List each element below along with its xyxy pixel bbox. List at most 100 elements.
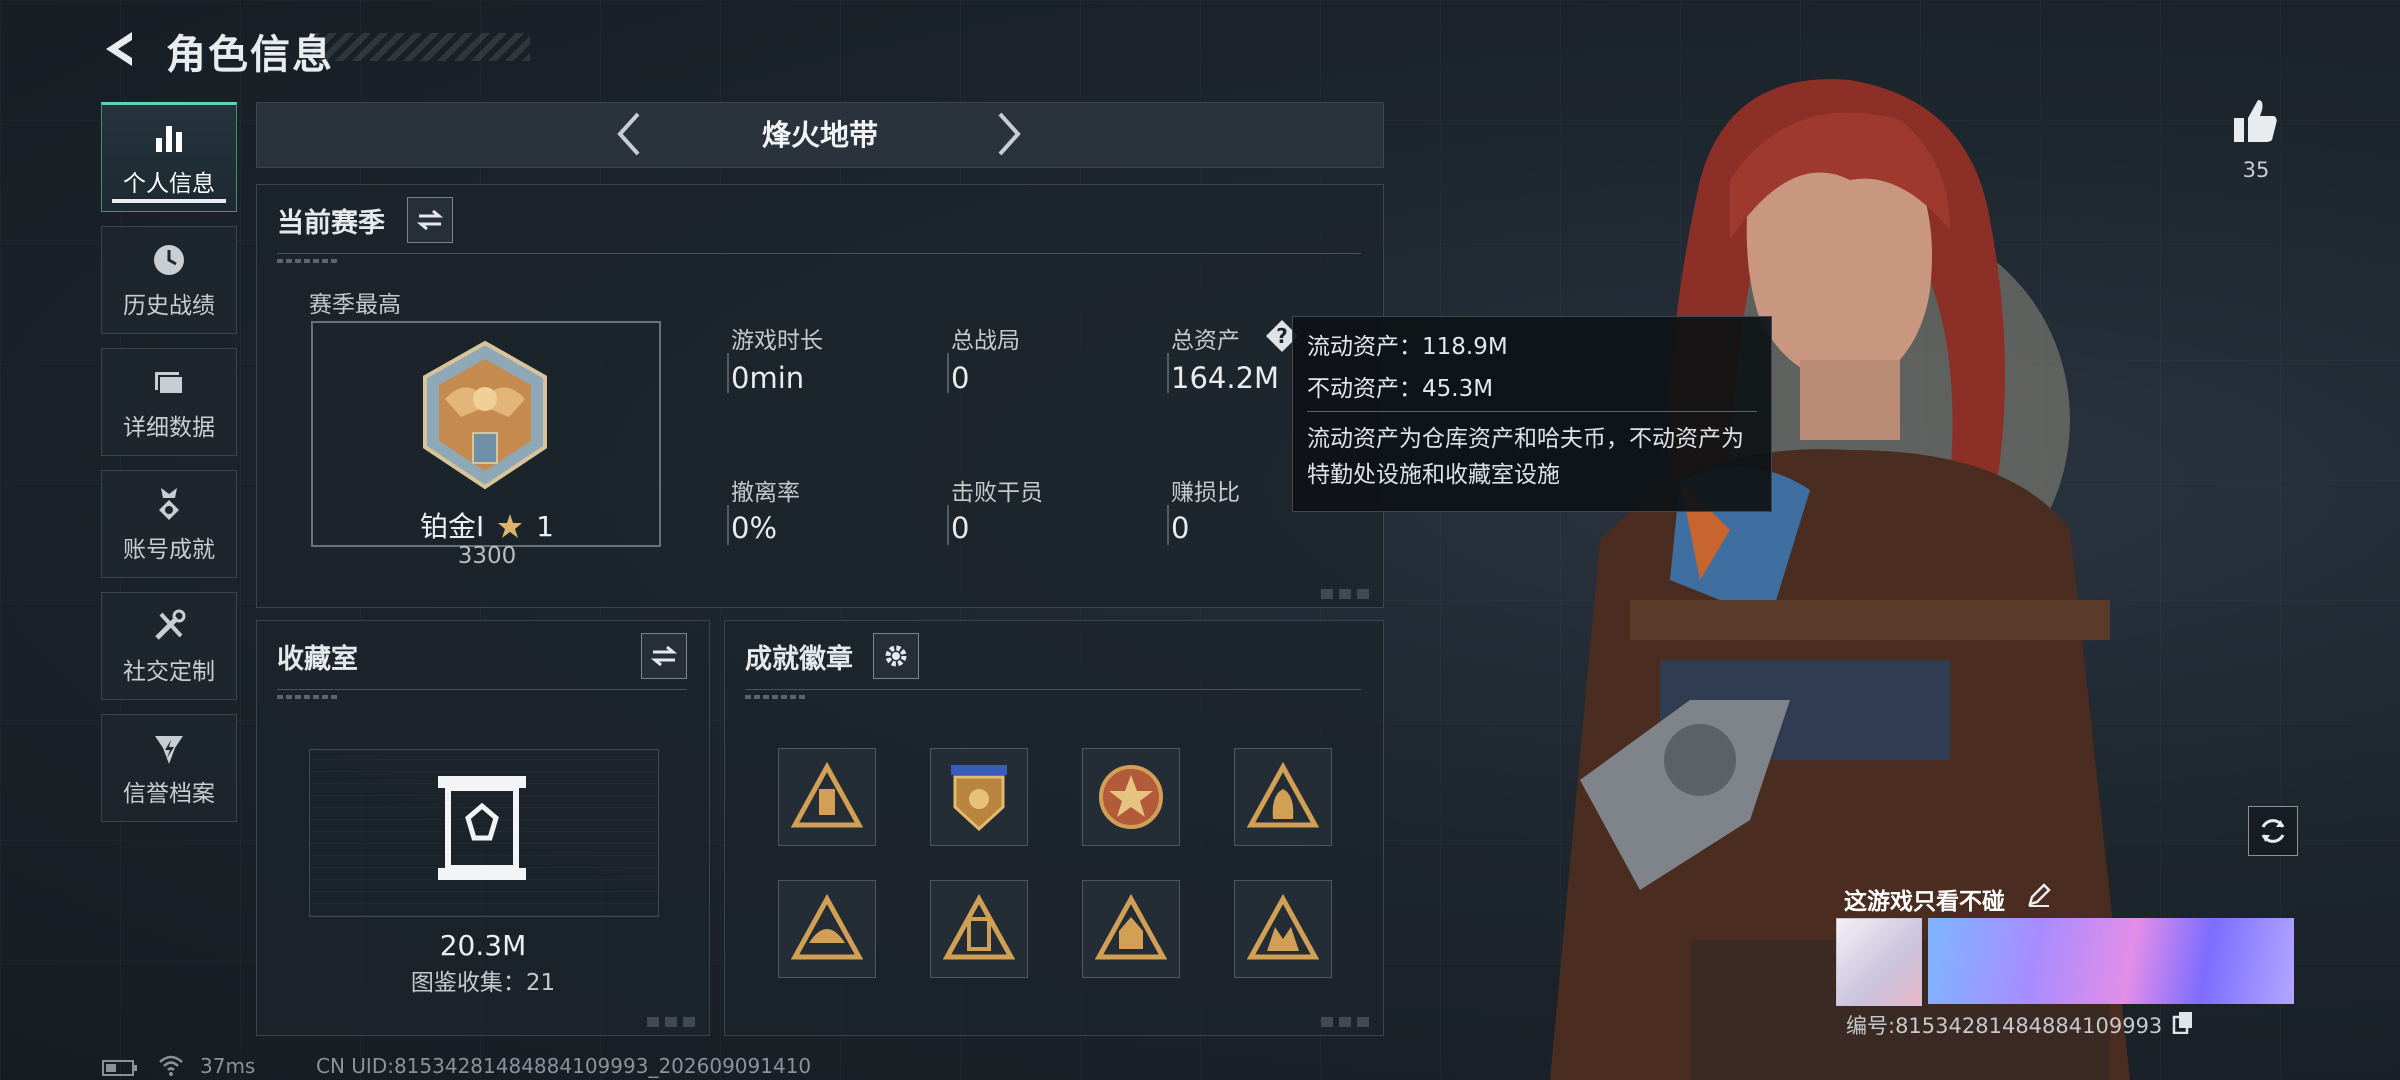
stat-separator	[727, 505, 729, 545]
gear-icon	[885, 645, 907, 667]
swap-icon	[651, 645, 677, 667]
stat-value-kills: 0	[951, 511, 970, 545]
achievement-badge[interactable]	[1234, 748, 1332, 846]
tooltip-description: 流动资产为仓库资产和哈夫币，不动资产为特勤处设施和收藏室设施	[1307, 426, 1744, 488]
achievement-badge[interactable]	[1234, 880, 1332, 978]
achievement-badge[interactable]	[778, 748, 876, 846]
tools-icon	[155, 609, 186, 640]
collection-display[interactable]	[309, 749, 659, 917]
like-button[interactable]	[2230, 96, 2280, 146]
sidebar-item-label: 个人信息	[123, 171, 215, 197]
corner-decoration	[1321, 1017, 1375, 1027]
collection-value: 20.3M	[439, 929, 527, 962]
badge-icon	[1246, 893, 1320, 960]
like-count: 35	[2242, 158, 2270, 182]
sidebar-item-label: 社交定制	[123, 659, 215, 685]
uid-readout: CN UID:8153428148488410999​3_20260909141…	[316, 1054, 812, 1078]
achievement-badge[interactable]	[1082, 748, 1180, 846]
clock-icon	[154, 245, 184, 275]
stat-separator	[947, 353, 949, 393]
copy-id-button[interactable]	[2172, 1010, 2194, 1035]
badge-icon	[1099, 765, 1163, 829]
sidebar-item-personal-info[interactable]: 个人信息	[101, 102, 237, 212]
sidebar-item-label: 历史战绩	[123, 293, 215, 319]
achievement-badge[interactable]	[1082, 880, 1180, 978]
rank-score: 3300	[457, 543, 517, 569]
stat-label-extract-rate: 撤离率	[731, 480, 800, 506]
mode-next-button[interactable]	[986, 110, 1030, 158]
achievement-badge[interactable]	[930, 748, 1028, 846]
svg-text:?: ?	[1276, 324, 1288, 348]
title-decoration	[312, 33, 530, 61]
display-case-icon	[438, 776, 526, 880]
sidebar-item-detailed-data[interactable]: 详细数据	[101, 348, 237, 456]
sidebar-item-social-custom[interactable]: 社交定制	[101, 592, 237, 700]
stat-separator	[727, 353, 729, 393]
back-arrow-icon	[106, 32, 132, 66]
badge-icon	[790, 761, 864, 828]
badge-icon	[790, 893, 864, 960]
stat-value-extract-rate: 0%	[731, 511, 778, 545]
bar-chart-icon	[156, 126, 182, 152]
swap-icon	[417, 209, 443, 231]
badge-icon	[1246, 761, 1320, 828]
season-divider	[277, 253, 1361, 263]
badge-icon	[1094, 893, 1168, 960]
pencil-icon	[2028, 883, 2051, 907]
achievement-badge[interactable]	[930, 880, 1028, 978]
back-button[interactable]	[98, 26, 144, 72]
stat-label-total-assets: 总资产	[1171, 328, 1240, 354]
sidebar-item-credit-record[interactable]: 信誉档案	[101, 714, 237, 822]
rank-stars: 1	[536, 510, 554, 543]
achievements-divider	[745, 689, 1361, 699]
stat-label-total-matches: 总战局	[951, 328, 1020, 354]
achievements-settings-button[interactable]	[873, 633, 919, 679]
stat-separator	[947, 505, 949, 545]
refresh-icon	[2261, 819, 2285, 843]
achievement-badge[interactable]	[778, 880, 876, 978]
tooltip-liquid-assets: 流动资产：118.9M	[1307, 334, 1508, 360]
chevron-left-icon	[617, 112, 640, 156]
star-icon	[498, 514, 523, 538]
tooltip-divider	[1307, 411, 1757, 412]
shield-icon	[155, 736, 183, 764]
ping-readout: 37ms	[200, 1054, 256, 1078]
stat-separator	[1167, 353, 1169, 393]
player-name: 这游戏只看不碰	[1844, 889, 2005, 915]
stat-separator	[1167, 505, 1169, 545]
corner-decoration	[647, 1017, 701, 1027]
stat-value-play-time: 0min	[731, 361, 805, 395]
season-panel: 当前赛季 赛季最高 铂金I 1 3300 游戏时长 0min 总战局 0 总资产…	[256, 184, 1384, 608]
mode-title: 烽火地带	[761, 118, 878, 152]
stat-value-profit-ratio: 0	[1171, 511, 1190, 545]
sidebar-item-history[interactable]: 历史战绩	[101, 226, 237, 334]
asset-tooltip: 流动资产：118.9M 不动资产：45.3M 流动资产为仓库资产和哈夫币，不动资…	[1292, 316, 1772, 512]
refresh-button[interactable]	[2248, 806, 2298, 856]
season-best-label: 赛季最高	[309, 292, 401, 318]
season-switch-button[interactable]	[407, 197, 453, 243]
stat-value-total-matches: 0	[951, 361, 970, 395]
collection-title: 收藏室	[277, 644, 358, 675]
collection-divider	[277, 689, 687, 699]
chevron-right-icon	[998, 112, 1021, 156]
mode-prev-button[interactable]	[608, 110, 652, 158]
page-title: 角色信息	[166, 32, 334, 78]
player-id: 编号:815342814848841099​93	[1846, 1014, 2163, 1038]
collection-switch-button[interactable]	[641, 633, 687, 679]
rank-name: 铂金I	[420, 510, 485, 543]
stat-label-profit-ratio: 赚损比	[1171, 480, 1240, 506]
sidebar-item-label: 信誉档案	[123, 781, 215, 807]
stat-value-total-assets: 164.2M	[1171, 361, 1280, 395]
tooltip-fixed-assets: 不动资产：45.3M	[1307, 376, 1494, 402]
sidebar-item-label: 账号成就	[123, 537, 215, 563]
sidebar-item-achievements[interactable]: 账号成就	[101, 470, 237, 578]
avatar[interactable]	[1836, 918, 1922, 1006]
badge-icon	[942, 893, 1016, 960]
rank-name-row: 铂金I 1	[377, 505, 597, 545]
collection-panel: 收藏室 20.3M 图鉴收集：21	[256, 620, 710, 1036]
badge-icon	[951, 765, 1007, 832]
stat-label-play-time: 游戏时长	[731, 328, 823, 354]
profile-banner[interactable]	[1928, 918, 2294, 1004]
rank-emblem-icon	[423, 340, 547, 490]
edit-name-button[interactable]	[2026, 882, 2052, 908]
